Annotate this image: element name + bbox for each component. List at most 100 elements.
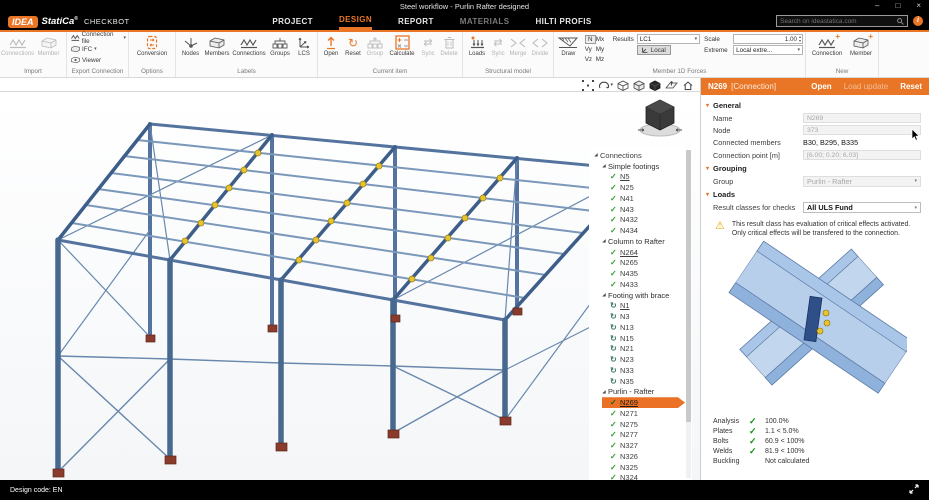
tree-item[interactable]: ↻N35	[589, 376, 692, 387]
toggle-Mx[interactable]: Mx	[596, 36, 609, 43]
tree-item[interactable]: ✓N432	[589, 215, 692, 226]
tree-item[interactable]: ✓N434	[589, 225, 692, 236]
tree-item[interactable]: ✓N433	[589, 279, 692, 290]
tree-scrollbar[interactable]	[686, 150, 691, 478]
tree-item[interactable]: ✓N43	[589, 204, 692, 215]
maximize-button[interactable]: □	[895, 1, 900, 10]
toggle-Mz[interactable]: Mz	[596, 56, 609, 63]
chevron-down-icon: ▾	[123, 35, 126, 41]
view-cube[interactable]	[634, 96, 686, 145]
fit-view-icon[interactable]	[582, 80, 594, 91]
spin-down-icon[interactable]: ▾	[799, 39, 801, 43]
home-icon[interactable]	[682, 80, 694, 91]
new-member-button[interactable]: + Member	[846, 34, 876, 58]
tree-group-footing-with-brace[interactable]: ◢Footing with brace	[589, 290, 692, 301]
open-item-button[interactable]: Open	[320, 34, 342, 58]
tree-item[interactable]: ✓N435	[589, 268, 692, 279]
tab-report[interactable]: REPORT	[398, 13, 434, 30]
check-icon: ✓	[610, 269, 620, 278]
shaded-cube-icon[interactable]	[633, 80, 645, 91]
loads-button[interactable]: Loads	[465, 34, 489, 58]
tab-project[interactable]: PROJECT	[272, 13, 313, 30]
section-loads[interactable]: ▾Loads	[706, 190, 921, 199]
tree-group-simple-footings[interactable]: ◢Simple footings	[589, 161, 692, 172]
wireframe-cube-icon[interactable]	[617, 80, 629, 91]
tree-item-selected[interactable]: ✓N269	[602, 397, 685, 408]
expander-icon[interactable]: ◢	[600, 238, 608, 244]
minimize-button[interactable]: –	[875, 1, 879, 10]
ribbon: Connections Member Import Connection fil…	[0, 30, 929, 78]
viewport[interactable]: ▾	[0, 78, 700, 480]
expander-icon[interactable]: ◢	[600, 292, 608, 298]
tree-item[interactable]: ↻N23	[589, 354, 692, 365]
result-classes-combo[interactable]: All ULS Fund▾	[803, 202, 921, 213]
tree-item[interactable]: ✓N265	[589, 258, 692, 269]
orbit-icon[interactable]: ▾	[598, 80, 613, 91]
tree-group-column-to-rafter[interactable]: ◢Column to Rafter	[589, 236, 692, 247]
labels-lcs-button[interactable]: LCS	[293, 34, 315, 58]
recalculate-icon: ↻	[610, 334, 620, 343]
expander-icon[interactable]: ◢	[600, 163, 608, 169]
info-icon[interactable]: i	[913, 16, 923, 26]
design-code-label: Design code: EN	[10, 487, 63, 494]
search-box[interactable]	[776, 15, 908, 27]
reset-connection-button[interactable]: Reset	[900, 82, 922, 91]
conversion-button[interactable]: Conversion	[131, 34, 173, 58]
expander-icon[interactable]: ◢	[592, 152, 600, 158]
tree-item[interactable]: ↻N33	[589, 365, 692, 376]
ribbon-group-export: Connection file▾ IFC▾ Viewer Export Conn…	[67, 32, 129, 77]
tree-item[interactable]: ↻N15	[589, 333, 692, 344]
toggle-My[interactable]: My	[596, 46, 609, 53]
labels-nodes-button[interactable]: Nodes	[178, 34, 203, 58]
tree-item[interactable]: ↻N3	[589, 311, 692, 322]
tab-hilti-profis[interactable]: HILTI PROFIS	[535, 13, 591, 30]
toggle-N[interactable]: N	[585, 35, 596, 44]
local-toggle-button[interactable]: Local	[637, 45, 671, 55]
labels-groups-button[interactable]: Groups	[267, 34, 293, 58]
tree-item[interactable]: ✓N325	[589, 462, 692, 473]
scrollbar-thumb[interactable]	[686, 150, 691, 422]
calculate-button[interactable]: Calculate	[386, 34, 418, 58]
toggle-Vz[interactable]: Vz	[585, 56, 596, 63]
section-general[interactable]: ▾General	[706, 101, 921, 110]
tree-item[interactable]: ✓N277	[589, 430, 692, 441]
member-box-icon	[41, 34, 57, 51]
reset-item-button[interactable]: ↻ Reset	[342, 34, 364, 58]
export-ifc-button[interactable]: IFC▾	[71, 44, 97, 54]
tree-item[interactable]: ✓N41	[589, 193, 692, 204]
draw-forces-button[interactable]: Draw	[556, 34, 581, 58]
open-connection-button[interactable]: Open	[811, 82, 831, 91]
tree-group-purlin-rafter[interactable]: ◢Purlin - Rafter	[589, 387, 692, 398]
tree-item[interactable]: ↻N13	[589, 322, 692, 333]
tree-item[interactable]: ✓N326	[589, 451, 692, 462]
close-button[interactable]: ×	[916, 1, 921, 10]
solid-cube-icon[interactable]	[649, 80, 661, 91]
results-combo[interactable]: LC1▾	[637, 34, 700, 44]
tree-item[interactable]: ✓N327	[589, 440, 692, 451]
export-connection-file-button[interactable]: Connection file▾	[71, 33, 126, 43]
check-icon: ✓	[610, 463, 620, 472]
labels-connections-button[interactable]: Connections	[231, 34, 267, 58]
extreme-combo[interactable]: Local extre...▾	[733, 45, 803, 55]
tree-root[interactable]: ◢Connections	[589, 150, 692, 161]
tree-item[interactable]: ↻N21	[589, 344, 692, 355]
search-input[interactable]	[780, 18, 897, 25]
tree-item[interactable]: ✓N275	[589, 419, 692, 430]
labels-members-button[interactable]: Members	[203, 34, 231, 58]
result-classes-label: Result classes for checks	[713, 203, 803, 212]
tree-item[interactable]: ✓N264	[589, 247, 692, 258]
tab-design[interactable]: DESIGN	[339, 13, 372, 30]
clipping-plane-icon[interactable]	[665, 80, 678, 91]
new-connection-button[interactable]: + Connection	[808, 34, 846, 58]
section-grouping[interactable]: ▾Grouping	[706, 164, 921, 173]
expand-panel-icon[interactable]	[909, 484, 919, 496]
export-viewer-button[interactable]: Viewer	[71, 55, 101, 65]
expander-icon[interactable]: ◢	[600, 389, 608, 395]
toggle-Vy[interactable]: Vy	[585, 46, 596, 53]
scale-input[interactable]: 1.00 ▴▾	[733, 34, 803, 44]
tree-item[interactable]: ✓N5	[589, 172, 692, 183]
tree-item[interactable]: ↻N1	[589, 301, 692, 312]
tree-item[interactable]: ✓N271	[589, 408, 692, 419]
tree-item[interactable]: ✓N25	[589, 182, 692, 193]
recalculate-icon: ↻	[610, 344, 620, 353]
